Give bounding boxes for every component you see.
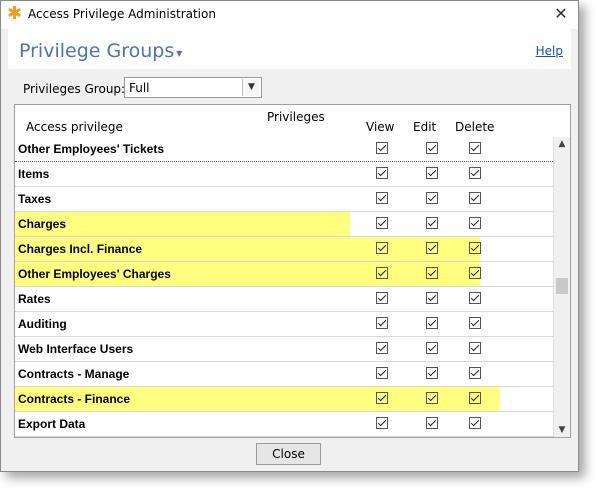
edit-checkbox[interactable] [426,267,438,279]
table-row: Contracts - Manage [15,362,555,387]
close-button[interactable]: Close [256,443,321,465]
arrow-down-icon[interactable]: ▼ [554,423,570,437]
row-label: Other Employees' Charges [18,267,171,281]
edit-checkbox[interactable] [426,317,438,329]
row-label: Export Data [18,417,86,431]
row-label: Items [18,167,50,181]
view-checkbox[interactable] [376,242,388,254]
title-bar: ✱ Access Privilege Administration ✕ [1,1,578,29]
delete-checkbox[interactable] [469,192,481,204]
row-label: Other Employees' Tickets [18,142,165,156]
view-checkbox[interactable] [376,167,388,179]
scrollbar-thumb[interactable] [556,278,568,294]
arrow-up-icon[interactable]: ▲ [554,137,570,151]
column-header-delete: Delete [455,120,495,134]
window-close-button[interactable]: ✕ [552,4,570,23]
table-row: Other Employees' Tickets [15,137,555,162]
column-header-view: View [366,120,395,134]
vertical-scrollbar[interactable]: ▲ ▼ [553,137,570,437]
edit-checkbox[interactable] [426,142,438,154]
table-row: Export Data [15,412,555,437]
delete-checkbox[interactable] [469,217,481,229]
column-header-edit: Edit [413,120,437,134]
table-row: Rates [15,287,555,312]
delete-checkbox[interactable] [469,367,481,379]
view-checkbox[interactable] [376,267,388,279]
delete-checkbox[interactable] [469,142,481,154]
edit-checkbox[interactable] [426,417,438,429]
delete-checkbox[interactable] [469,167,481,179]
edit-checkbox[interactable] [426,367,438,379]
delete-checkbox[interactable] [469,292,481,304]
delete-checkbox[interactable] [469,417,481,429]
edit-checkbox[interactable] [426,217,438,229]
edit-checkbox[interactable] [426,342,438,354]
table-row: Items [15,162,555,187]
view-checkbox[interactable] [376,292,388,304]
delete-checkbox[interactable] [469,242,481,254]
table-row: Web Interface Users [15,337,555,362]
view-checkbox[interactable] [376,417,388,429]
view-checkbox[interactable] [376,192,388,204]
delete-checkbox[interactable] [469,342,481,354]
view-checkbox[interactable] [376,392,388,404]
view-checkbox[interactable] [376,367,388,379]
page-title: Privilege Groups [19,40,175,62]
view-checkbox[interactable] [376,142,388,154]
column-header-privileges: Privileges [267,110,325,124]
view-checkbox[interactable] [376,317,388,329]
privileges-table: Access privilege Privileges View Edit De… [14,104,571,438]
dialog-window: ✱ Access Privilege Administration ✕ Priv… [0,0,579,472]
dialog-client: Privilege Groups ▾ Help Privileges Group:… [8,29,571,465]
row-label: Rates [18,292,51,306]
edit-checkbox[interactable] [426,192,438,204]
app-asterisk-icon: ✱ [7,3,23,24]
privileges-group-value: Full [129,81,150,95]
delete-checkbox[interactable] [469,267,481,279]
row-label: Contracts - Manage [18,367,130,381]
view-checkbox[interactable] [376,217,388,229]
privileges-group-select[interactable]: Full ▼ [124,77,262,98]
table-row: Contracts - Finance [15,387,555,412]
column-header-access: Access privilege [26,120,123,134]
table-row: Auditing [15,312,555,337]
row-label: Contracts - Finance [18,392,131,406]
table-row: Charges [15,212,555,237]
table-row: Charges Incl. Finance [15,237,555,262]
edit-checkbox[interactable] [426,167,438,179]
edit-checkbox[interactable] [426,392,438,404]
header-band: Privilege Groups ▾ Help [8,29,571,69]
caret-down-icon: ▾ [176,46,183,60]
delete-checkbox[interactable] [469,392,481,404]
edit-checkbox[interactable] [426,242,438,254]
row-label: Taxes [18,192,52,206]
help-link[interactable]: Help [536,44,563,58]
privileges-group-label: Privileges Group: [23,82,126,96]
view-checkbox[interactable] [376,342,388,354]
privilege-rows: Other Employees' Tickets Items Taxes Charge… [15,137,555,437]
chevron-down-icon[interactable]: ▼ [242,79,260,96]
row-label: Web Interface Users [18,342,134,356]
edit-checkbox[interactable] [426,292,438,304]
table-row: Taxes [15,187,555,212]
row-label: Charges Incl. Finance [18,242,143,256]
delete-checkbox[interactable] [469,317,481,329]
window-title: Access Privilege Administration [28,7,216,21]
row-label: Auditing [18,317,67,331]
privilege-groups-menu[interactable]: Privilege Groups ▾ [19,40,182,62]
table-row: Other Employees' Charges [15,262,555,287]
row-label: Charges [18,217,67,231]
